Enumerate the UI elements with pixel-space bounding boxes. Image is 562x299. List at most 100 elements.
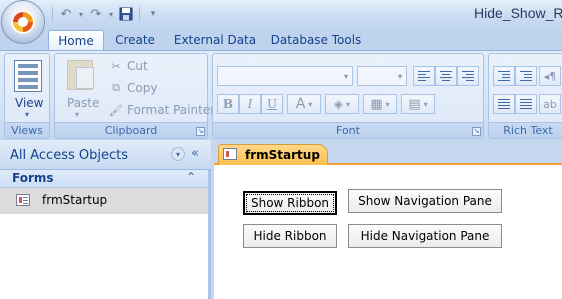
gridlines-dropdown-icon[interactable]: ▾ xyxy=(386,100,390,109)
nav-item-frmstartup[interactable]: frmStartup xyxy=(0,188,208,214)
paintbrush-icon: 🖌 xyxy=(109,103,123,117)
hide-ribbon-button[interactable]: Hide Ribbon xyxy=(243,224,337,248)
document-tab-bar: frmStartup xyxy=(214,140,562,165)
save-icon[interactable] xyxy=(117,5,135,23)
nav-pane-menu-dropdown-icon[interactable]: ▾ xyxy=(171,147,185,161)
highlight-button[interactable]: ab xyxy=(539,94,561,114)
align-right-icon xyxy=(462,71,474,81)
font-size-combo[interactable]: ▾ xyxy=(357,66,407,86)
format-painter-label: Format Painter xyxy=(127,103,216,117)
align-center-button[interactable] xyxy=(435,66,457,86)
qat-separator xyxy=(52,7,53,21)
tab-external-data[interactable]: External Data xyxy=(170,30,260,50)
nav-pane-title[interactable]: All Access Objects xyxy=(10,148,128,163)
underline-icon: U xyxy=(266,97,278,111)
qat-separator xyxy=(139,7,140,21)
group-views: View ▾ Views xyxy=(4,53,50,139)
font-color-button[interactable]: A ▾ xyxy=(287,94,321,114)
copy-icon: ⧉ xyxy=(112,81,120,94)
numbering-button[interactable] xyxy=(493,94,515,114)
show-navigation-pane-button[interactable]: Show Navigation Pane xyxy=(348,189,502,213)
group-clipboard: Paste ▾ ✂ Cut ⧉ Copy 🖌 Format Painter Cl… xyxy=(54,53,215,139)
highlight-icon: ab xyxy=(543,97,557,111)
paste-button[interactable]: Paste xyxy=(67,96,99,110)
navigation-pane: All Access Objects ▾ « Forms ⌃ frmStartu… xyxy=(0,140,211,299)
group-font: ▾ ▾ B I U A ▾ ◈ ▾ ▦ ▾ ▤ ▾ Font ↘ xyxy=(212,53,484,139)
paragraph-direction-icon: ◂¶ xyxy=(543,69,557,83)
quick-access-toolbar: ↶ ▾ ↷ ▾ ▾ xyxy=(50,4,162,24)
group-label-clipboard: Clipboard xyxy=(55,122,207,138)
redo-icon[interactable]: ↷ xyxy=(87,5,105,23)
italic-icon: I xyxy=(247,97,253,111)
cut-label: Cut xyxy=(127,59,148,73)
align-left-button[interactable] xyxy=(413,66,435,86)
tab-create[interactable]: Create xyxy=(108,30,162,50)
paste-icon[interactable] xyxy=(67,60,94,90)
cut-button[interactable]: ✂ Cut xyxy=(109,59,148,73)
copy-label: Copy xyxy=(127,81,158,95)
paint-bucket-icon: ◈ xyxy=(333,97,344,111)
datasheet-view-icon[interactable] xyxy=(14,60,42,92)
ribbon-tabs: Home Create External Data Database Tools xyxy=(0,28,562,50)
group-label-rich-text: Rich Text xyxy=(489,122,562,138)
document-tab-label: frmStartup xyxy=(245,148,320,162)
title-bar: ↶ ▾ ↷ ▾ ▾ Hide_Show_R xyxy=(0,0,562,28)
scissors-icon: ✂ xyxy=(111,59,121,73)
group-label-font: Font xyxy=(213,122,483,138)
undo-icon[interactable]: ↶ xyxy=(57,5,75,23)
undo-dropdown-icon[interactable]: ▾ xyxy=(77,5,85,23)
font-name-combo[interactable]: ▾ xyxy=(217,66,353,86)
collapse-group-icon[interactable]: ⌃ xyxy=(186,170,196,184)
view-button[interactable]: View xyxy=(15,96,43,110)
font-color-icon: A xyxy=(295,96,306,112)
align-center-icon xyxy=(440,71,452,81)
alternate-fill-icon: ▤ xyxy=(408,96,421,112)
hide-navigation-pane-button[interactable]: Hide Navigation Pane xyxy=(348,224,502,248)
group-rich-text: ◂¶ ab Rich Text xyxy=(488,53,562,139)
decrease-indent-button[interactable] xyxy=(493,66,515,86)
document-tab-frmstartup[interactable]: frmStartup xyxy=(218,144,328,165)
gridlines-icon: ▦ xyxy=(370,96,383,112)
decrease-indent-icon xyxy=(498,71,510,81)
nav-group-label: Forms xyxy=(12,171,54,185)
paragraph-direction-button[interactable]: ◂¶ xyxy=(539,66,561,86)
customize-qat-icon[interactable]: ▾ xyxy=(144,5,162,23)
tab-database-tools[interactable]: Database Tools xyxy=(268,30,364,50)
font-color-dropdown-icon[interactable]: ▾ xyxy=(308,100,312,109)
ribbon: View ▾ Views Paste ▾ ✂ Cut ⧉ Copy 🖌 Form… xyxy=(0,50,562,140)
fill-color-button[interactable]: ◈ ▾ xyxy=(325,94,359,114)
gridlines-button[interactable]: ▦ ▾ xyxy=(363,94,397,114)
increase-indent-button[interactable] xyxy=(515,66,537,86)
redo-dropdown-icon[interactable]: ▾ xyxy=(107,5,115,23)
nav-group-forms[interactable]: Forms ⌃ xyxy=(0,170,208,188)
nav-item-label: frmStartup xyxy=(42,193,108,207)
fill-color-dropdown-icon[interactable]: ▾ xyxy=(346,100,350,109)
font-name-dropdown-icon[interactable]: ▾ xyxy=(340,67,352,85)
form-icon xyxy=(16,194,30,206)
nav-pane-header[interactable]: All Access Objects ▾ « xyxy=(0,140,211,170)
window-title: Hide_Show_R xyxy=(474,5,562,21)
alternate-fill-button[interactable]: ▤ ▾ xyxy=(401,94,435,114)
tab-home[interactable]: Home xyxy=(48,30,104,50)
font-launcher-icon[interactable]: ↘ xyxy=(472,127,481,136)
bullets-button[interactable] xyxy=(515,94,537,114)
bold-button[interactable]: B xyxy=(217,94,239,114)
format-painter-button[interactable]: 🖌 Format Painter xyxy=(109,103,215,117)
group-label-views: Views xyxy=(5,122,49,138)
clipboard-launcher-icon[interactable]: ↘ xyxy=(196,127,205,136)
align-left-icon xyxy=(418,71,430,81)
view-dropdown-icon[interactable]: ▾ xyxy=(25,110,29,119)
shutter-bar-collapse-icon[interactable]: « xyxy=(191,146,199,161)
increase-indent-icon xyxy=(520,71,532,81)
underline-button[interactable]: U xyxy=(261,94,283,114)
alternate-fill-dropdown-icon[interactable]: ▾ xyxy=(424,100,428,109)
numbered-list-icon xyxy=(498,99,510,109)
show-ribbon-button[interactable]: Show Ribbon xyxy=(243,191,337,215)
font-size-dropdown-icon[interactable]: ▾ xyxy=(394,67,406,85)
copy-button[interactable]: ⧉ Copy xyxy=(109,81,157,95)
office-button[interactable] xyxy=(1,0,45,44)
paste-dropdown-icon[interactable]: ▾ xyxy=(75,110,79,119)
align-right-button[interactable] xyxy=(457,66,479,86)
italic-button[interactable]: I xyxy=(239,94,261,114)
document-area: frmStartup Show Ribbon Show Navigation P… xyxy=(214,140,562,299)
